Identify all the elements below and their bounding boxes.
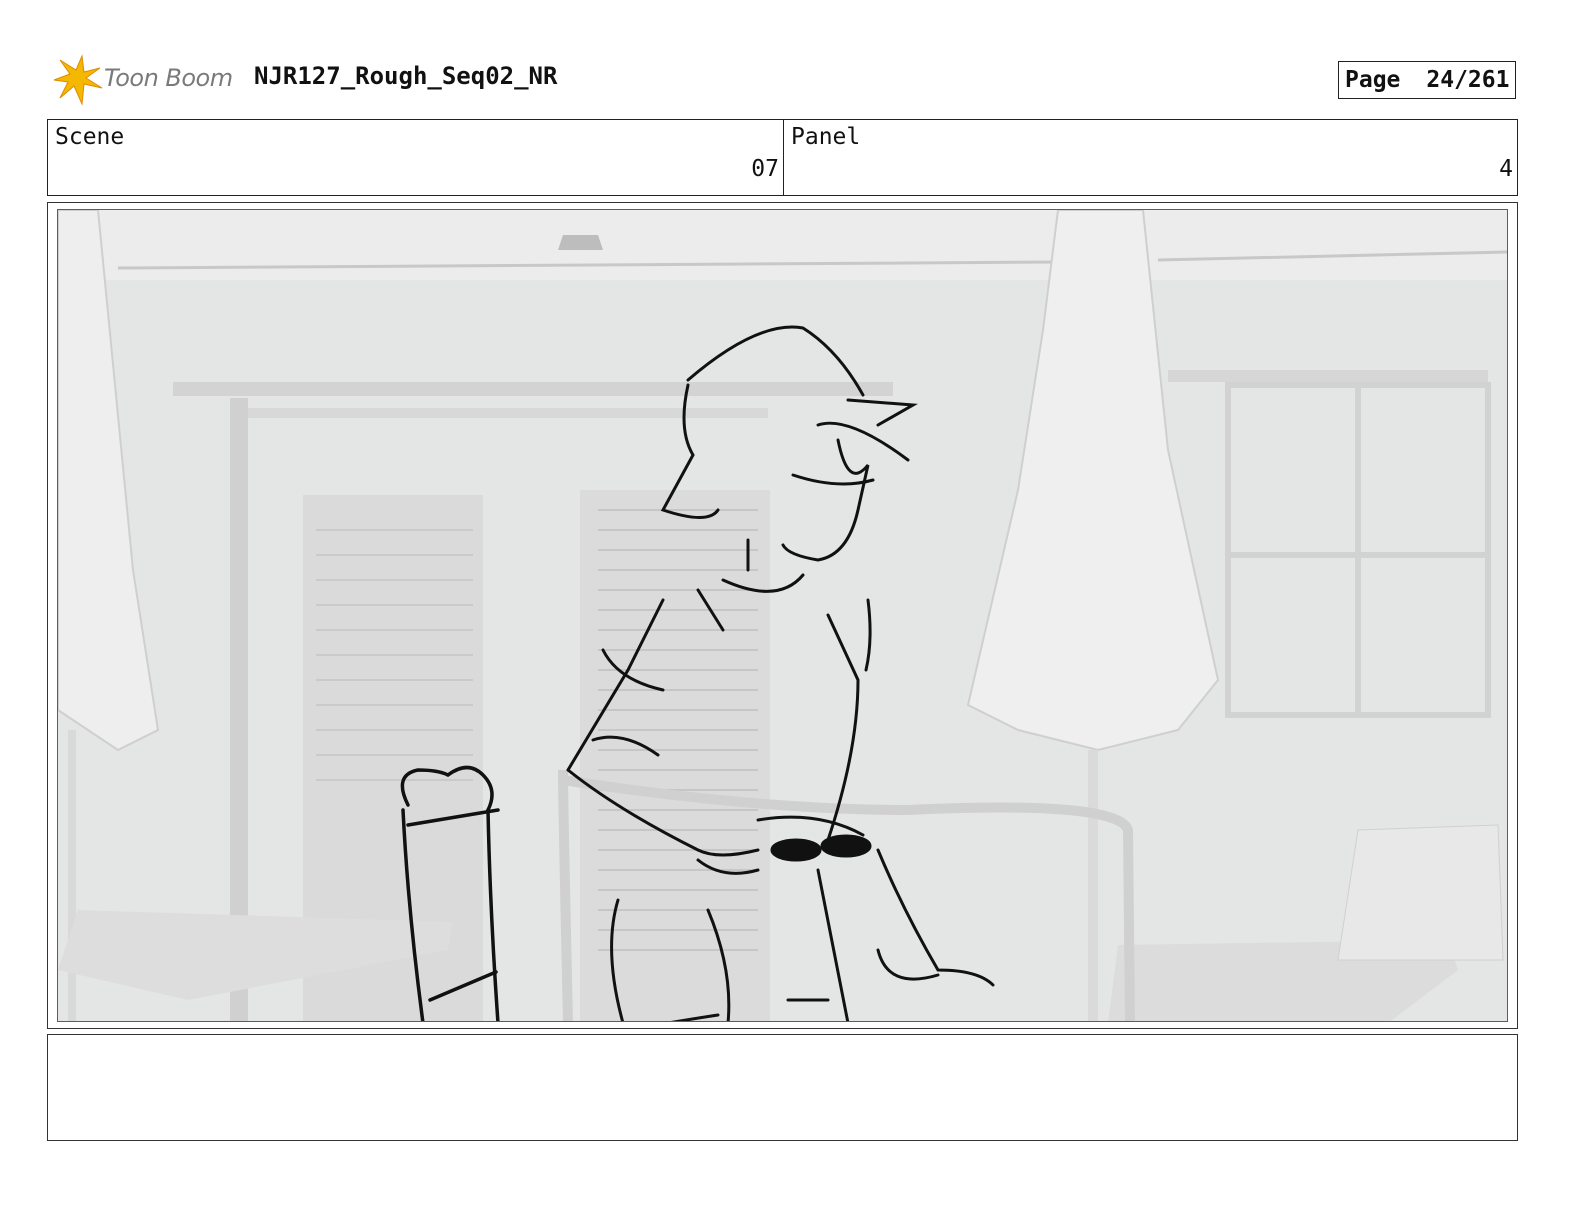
sunglasses-right-lens — [820, 834, 872, 858]
scene-value: 07 — [751, 156, 779, 182]
page-number: 24/261 — [1426, 67, 1510, 93]
panel-value: 4 — [1499, 156, 1513, 182]
page-indicator: Page 24/261 — [1338, 61, 1516, 99]
logo-wordmark: Toon Boom — [104, 64, 233, 92]
panel-cell: Panel 4 — [784, 120, 1517, 195]
project-title: NJR127_Rough_Seq02_NR — [254, 62, 558, 90]
toon-boom-burst-icon — [53, 54, 103, 106]
scene-cell: Scene 07 — [48, 120, 784, 195]
sunglasses-left-lens — [770, 838, 822, 862]
panel-label: Panel — [791, 124, 861, 150]
scene-label: Scene — [55, 124, 125, 150]
page-label: Page — [1345, 67, 1401, 93]
panel-notes — [47, 1034, 1518, 1141]
storyboard-sketch — [58, 210, 1507, 1021]
panel-image — [57, 209, 1508, 1022]
scene-panel-info: Scene 07 Panel 4 — [47, 119, 1518, 196]
